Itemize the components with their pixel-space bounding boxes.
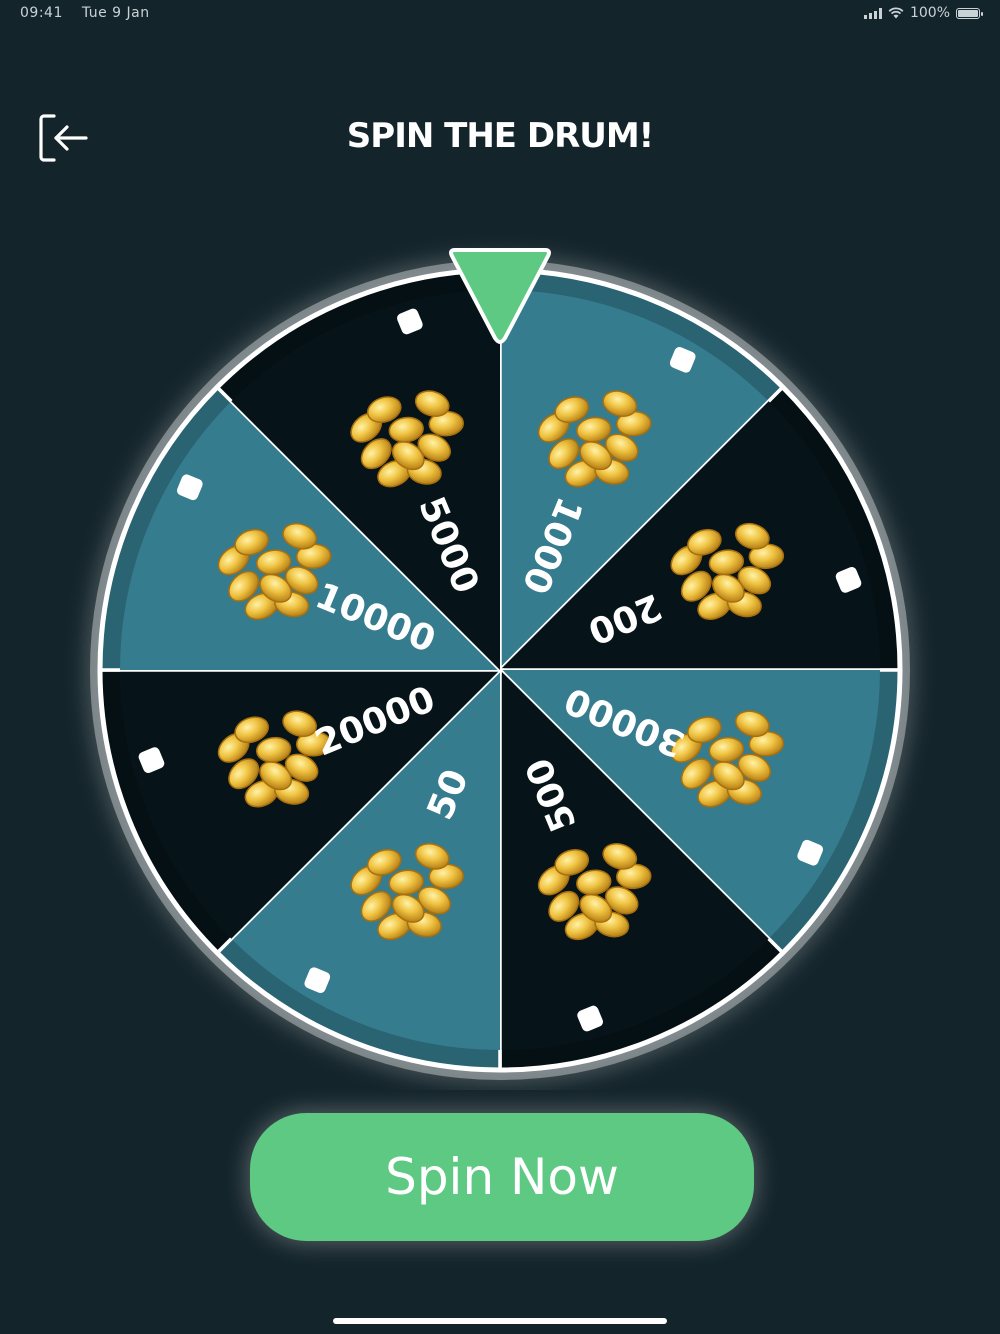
page-title: SPIN THE DRUM! xyxy=(346,116,654,156)
battery-icon xyxy=(956,7,983,19)
battery-percent: 100% xyxy=(909,5,950,21)
home-indicator xyxy=(333,1318,667,1324)
status-left: 09:41 Tue 9 Jan xyxy=(20,5,164,21)
cellular-signal-icon xyxy=(863,7,882,19)
prize-wheel-svg: 1000200300005005020000100005000 xyxy=(90,248,910,1080)
status-time: 09:41 xyxy=(20,5,63,21)
spin-now-button[interactable]: Spin Now xyxy=(250,1113,754,1241)
prize-wheel[interactable]: 1000 200 30000 500 50 20000 10000 5000 xyxy=(0,230,1000,1090)
status-right: 100% xyxy=(863,5,983,21)
wheel-segments: 1000200300005005020000100005000 xyxy=(98,268,902,1072)
wifi-icon xyxy=(888,7,904,19)
status-bar: 09:41 Tue 9 Jan 100% xyxy=(0,0,1000,28)
status-date: Tue 9 Jan xyxy=(81,5,150,21)
